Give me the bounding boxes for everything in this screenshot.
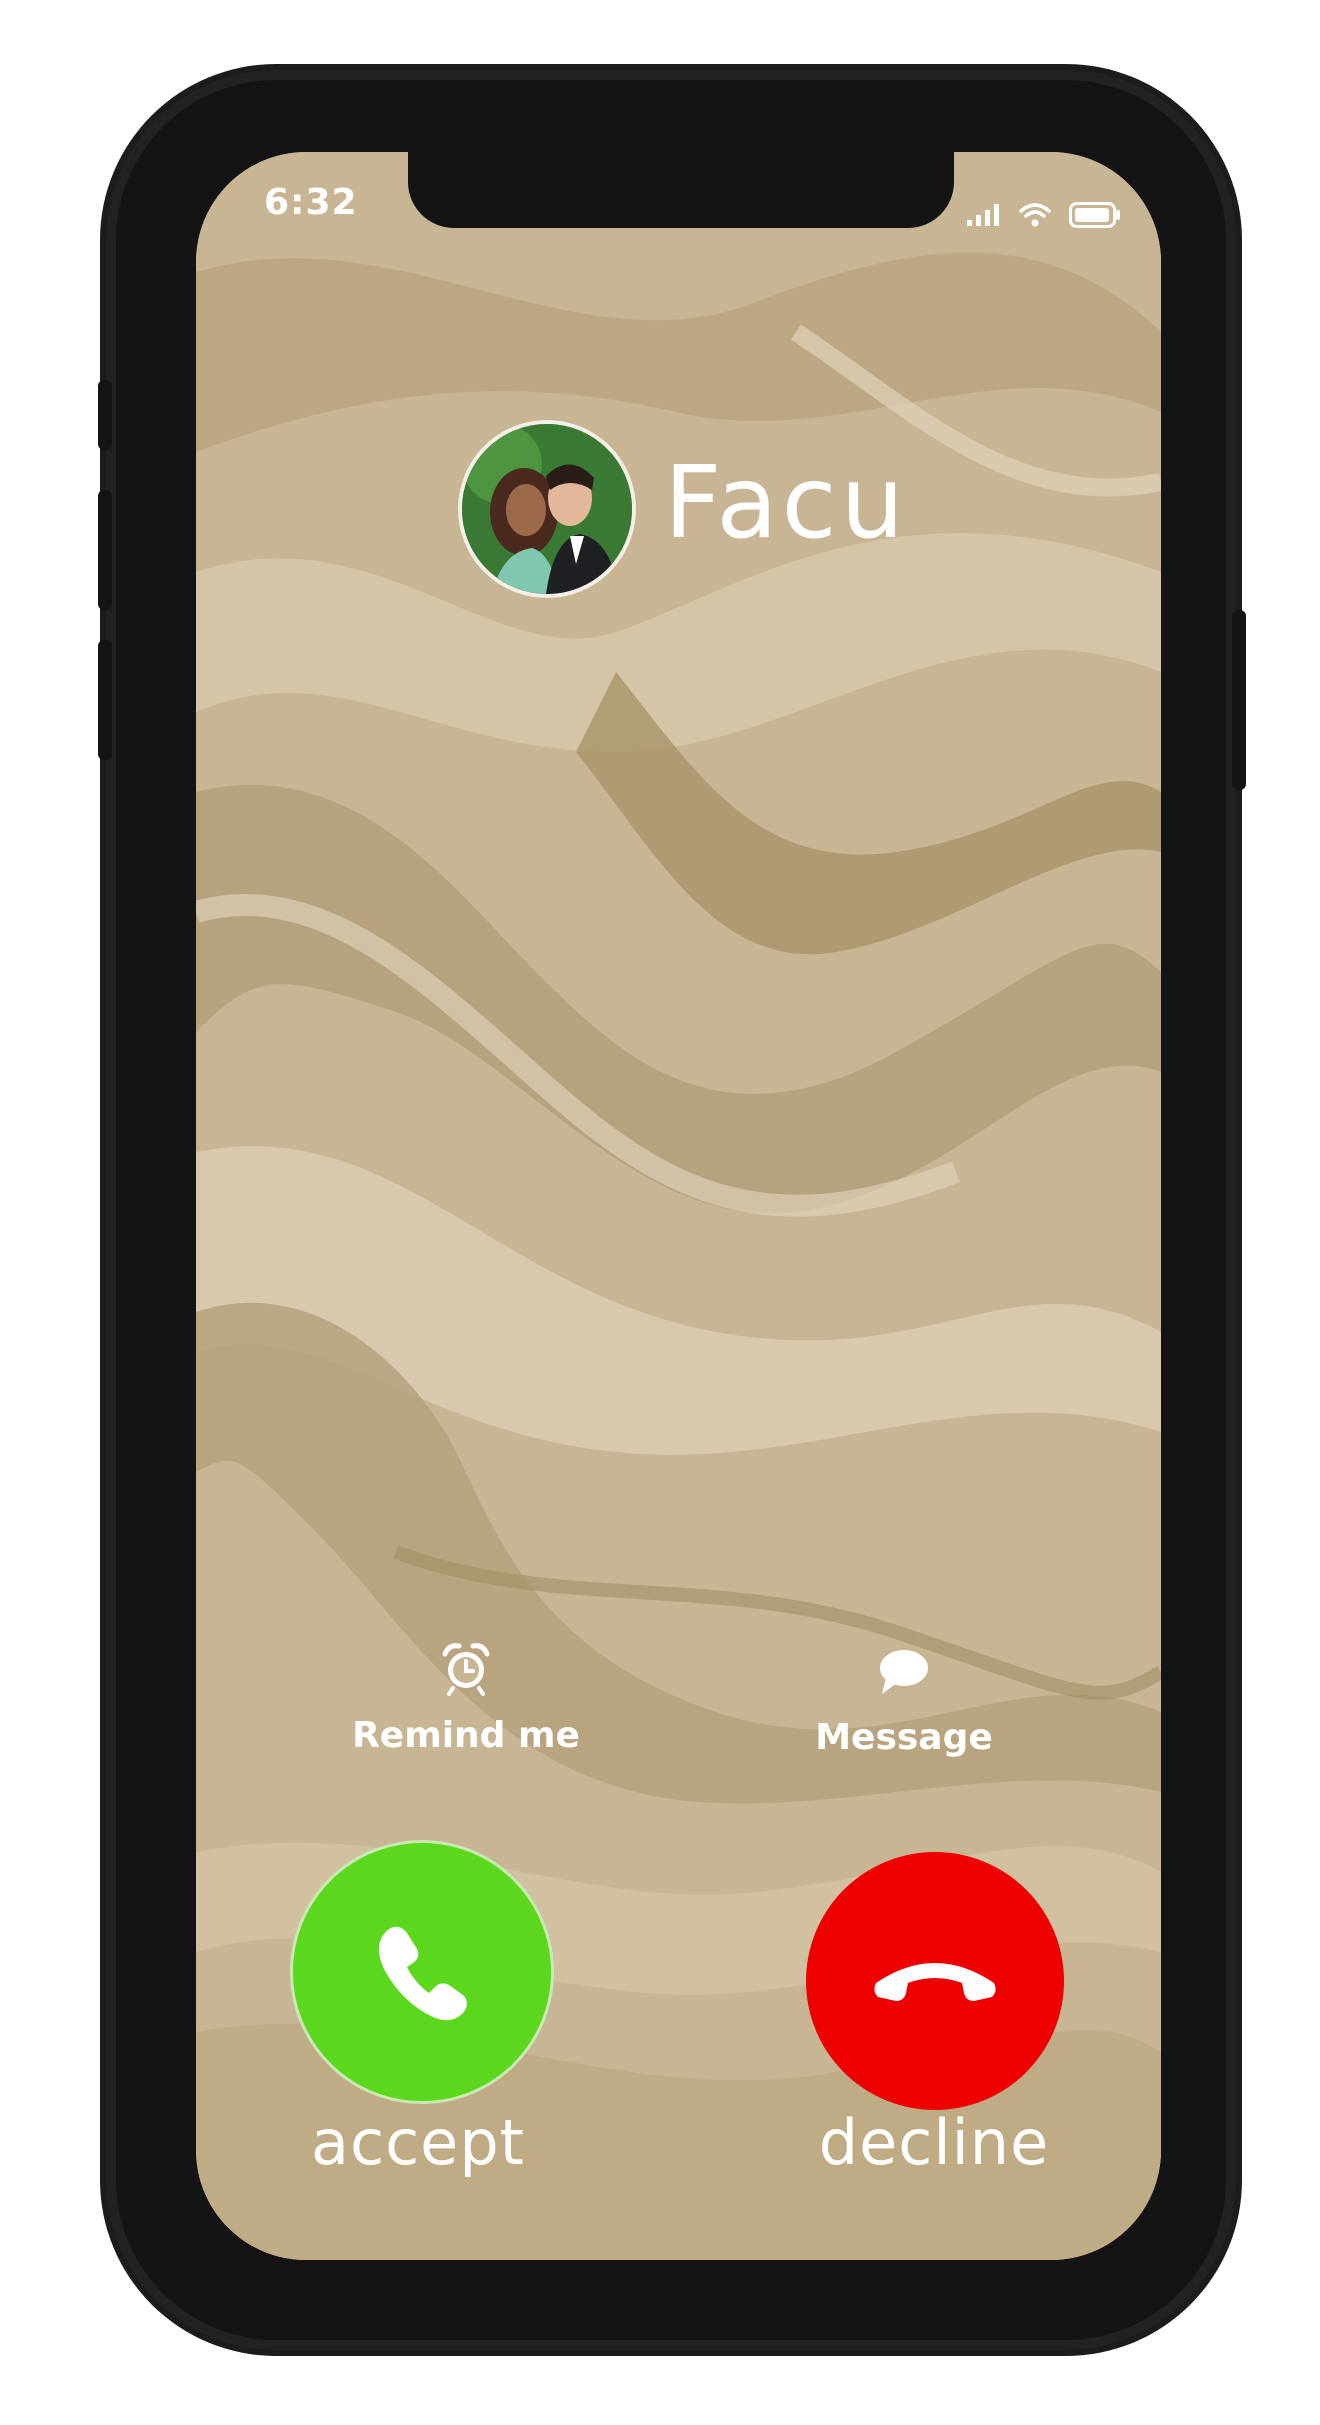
phone-handset-icon [367, 1915, 477, 2029]
accept-call-button[interactable] [290, 1840, 554, 2104]
phone-side-button-silent [98, 380, 112, 450]
notch [408, 152, 954, 228]
caller-name: Facu [664, 444, 908, 561]
accept-label: accept [311, 2106, 525, 2179]
hang-up-icon [870, 1949, 1000, 2013]
decline-label: decline [818, 2106, 1050, 2179]
phone-side-button-volume-down [98, 640, 112, 760]
phone-side-button-volume-up [98, 490, 112, 610]
remind-me-button[interactable]: Remind me [336, 1640, 596, 1756]
battery-icon [1069, 202, 1121, 232]
phone-screen: 6:32 Facu Remind me Message accept decli… [196, 152, 1161, 2260]
status-icons [967, 202, 1121, 232]
wifi-icon [1019, 203, 1051, 231]
status-time: 6:32 [264, 182, 358, 223]
caller-avatar [458, 420, 636, 598]
cellular-signal-icon [967, 204, 1001, 230]
speech-bubble-icon [774, 1648, 1034, 1707]
phone-frame: 6:32 Facu Remind me Message accept decli… [98, 70, 1246, 2350]
remind-me-label: Remind me [352, 1715, 580, 1756]
decline-call-button[interactable] [806, 1852, 1064, 2110]
phone-side-button-power [1232, 610, 1246, 790]
message-label: Message [815, 1717, 993, 1758]
message-button[interactable]: Message [774, 1648, 1034, 1758]
alarm-clock-icon [336, 1640, 596, 1705]
